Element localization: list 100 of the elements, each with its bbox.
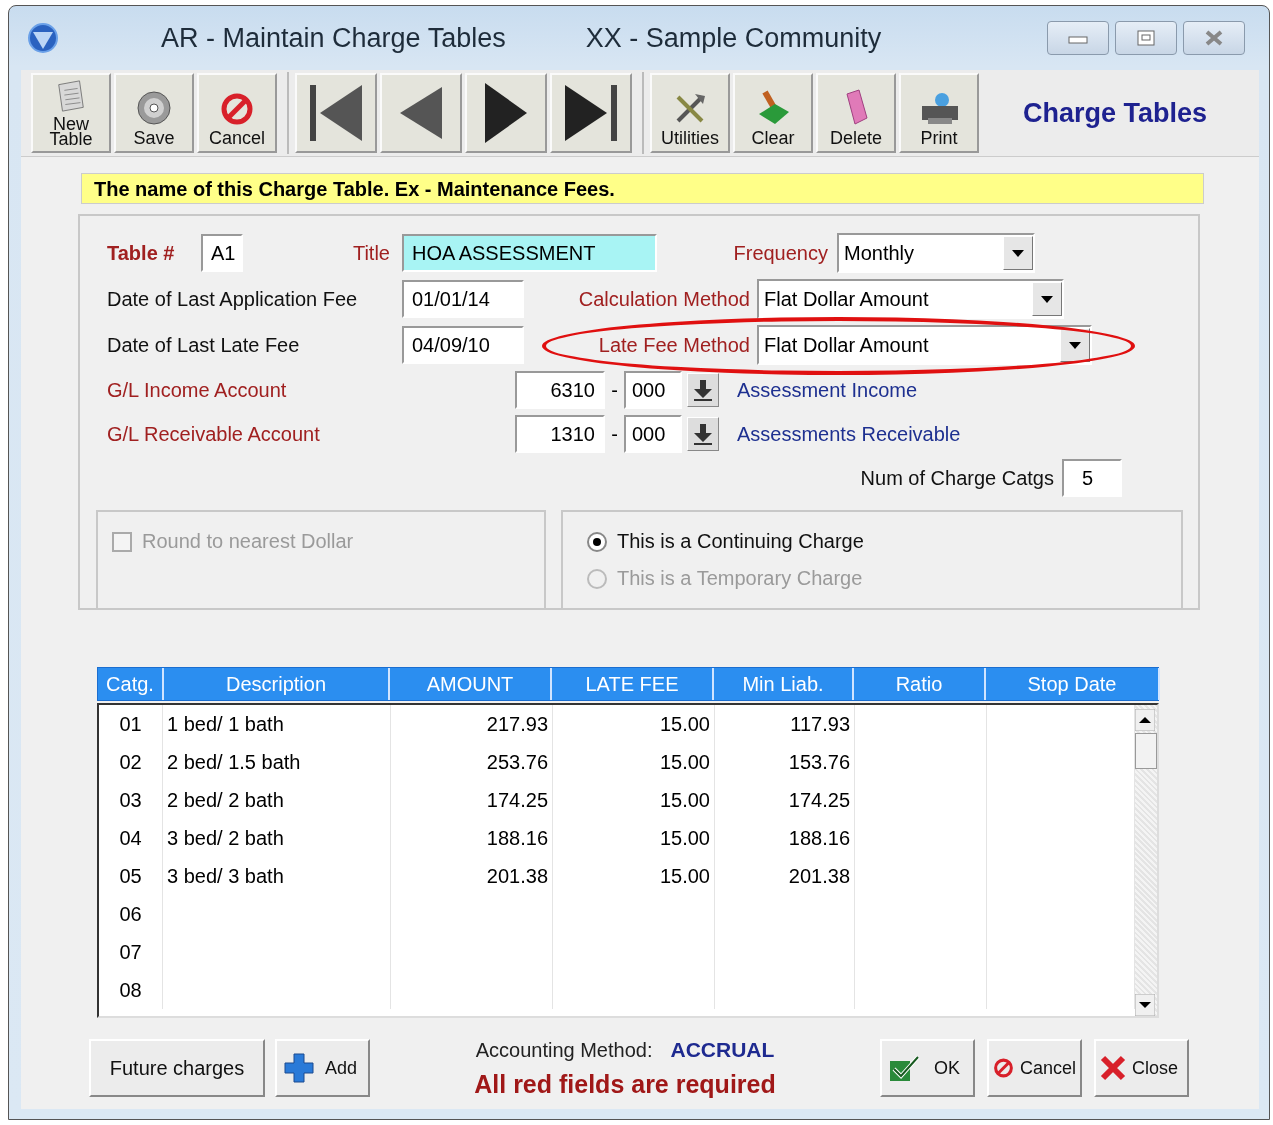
toolbar-button[interactable]: Clear (733, 73, 813, 153)
table-cell: 201.38 (788, 865, 850, 887)
toolbar-button[interactable]: Cancel (197, 73, 277, 153)
field-label: Date of Last Application Fee (107, 287, 359, 311)
down-arrow-icon (693, 423, 713, 445)
down-arrow-icon (693, 379, 713, 401)
table-cell: 05 (119, 865, 142, 887)
close-button[interactable]: Close (1094, 1039, 1189, 1097)
hint-bar: The name of this Charge Table. Ex - Maintenance Fees. (81, 173, 1204, 204)
field-label: Date of Last Late Fee (107, 333, 301, 357)
skip-back-button[interactable] (295, 73, 377, 153)
dropdown-arrow-icon (1041, 295, 1053, 303)
field-label: Num of Charge Catgs (860, 466, 1054, 490)
close-button[interactable] (1183, 21, 1245, 55)
field-label: Title (351, 241, 390, 265)
table-cell: 153.76 (788, 751, 850, 773)
plus-icon (283, 1052, 315, 1084)
table-cell: 15.00 (659, 751, 710, 773)
field-label: Calculation Method (577, 287, 750, 311)
input-field[interactable]: 6310 (515, 371, 605, 409)
table-cell: 3 bed/ 2 bath (167, 827, 284, 849)
table-cell: 1 bed/ 1 bath (167, 713, 284, 735)
x-mark-icon (1100, 1055, 1126, 1081)
table-cell: 201.38 (486, 865, 548, 887)
separator-text: - (610, 378, 619, 402)
skip-forward-button[interactable] (550, 73, 632, 153)
window-title: AR - Maintain Charge Tables (161, 22, 506, 54)
minimize-button[interactable] (1047, 21, 1109, 55)
lookup-button[interactable] (687, 417, 719, 451)
table-cell: 08 (119, 979, 142, 1001)
no-entry-icon (220, 92, 254, 126)
table-cell: 188.16 (788, 827, 850, 849)
input-field[interactable]: 01/01/14 (402, 280, 524, 318)
dropdown[interactable]: Monthly (837, 233, 1035, 273)
table-cell: 06 (119, 903, 142, 925)
ok-button[interactable]: OK (880, 1039, 975, 1097)
table-cell: 174.25 (486, 789, 548, 811)
table-cell: 15.00 (659, 865, 710, 887)
table-cell: 07 (119, 941, 142, 963)
toolbar-button[interactable]: Save (114, 73, 194, 153)
field-label: G/L Income Account (107, 378, 288, 402)
input-field[interactable]: 1310 (515, 415, 605, 453)
future-charges-button[interactable]: Future charges (89, 1039, 265, 1097)
accounting-label: Accounting Method: (475, 1038, 653, 1062)
toolbar-button[interactable]: New Table (31, 73, 111, 153)
forward-arrow-button[interactable] (465, 73, 547, 153)
field-label: G/L Receivable Account (107, 422, 321, 446)
input-field[interactable]: HOA ASSESSMENT (402, 234, 657, 272)
disc-icon (136, 90, 172, 126)
input-field[interactable]: 000 (624, 415, 682, 453)
separator-text: - (610, 422, 619, 446)
input-field[interactable]: 000 (624, 371, 682, 409)
input-field[interactable]: 5 (1062, 459, 1122, 497)
scrollbar[interactable] (1135, 705, 1157, 1016)
app-logo-icon (27, 22, 59, 54)
table-cell: 15.00 (659, 713, 710, 735)
toolbar-button[interactable]: Utilities (650, 73, 730, 153)
back-arrow-button[interactable] (380, 73, 462, 153)
lookup-button[interactable] (687, 373, 719, 407)
table-cell: 03 (119, 789, 142, 811)
cancel-button[interactable]: Cancel (987, 1039, 1082, 1097)
field-label: Frequency (732, 241, 828, 265)
close-icon (1205, 30, 1223, 46)
table-cell: 2 bed/ 2 bath (167, 789, 284, 811)
restore-icon (1137, 30, 1155, 46)
table-cell: 15.00 (659, 827, 710, 849)
accounting-value: ACCRUAL (670, 1037, 775, 1062)
table-cell: 3 bed/ 3 bath (167, 865, 284, 887)
maximize-button[interactable] (1115, 21, 1177, 55)
radio-button[interactable]: This is a Continuing Charge (587, 530, 1157, 553)
field-label: Table # (107, 241, 176, 265)
account-name: Assessments Receivable (737, 422, 961, 446)
table-cell: 01 (119, 713, 142, 735)
scroll-thumb[interactable] (1135, 733, 1157, 769)
toolbar-button[interactable]: Print (899, 73, 979, 153)
account-name: Assessment Income (737, 378, 918, 402)
table-cell: 217.93 (486, 713, 548, 735)
table-cell: 188.16 (486, 827, 548, 849)
add-button[interactable]: Add (275, 1039, 370, 1097)
required-note: All red fields are required (474, 1069, 776, 1099)
table-cell: 253.76 (486, 751, 548, 773)
dropdown[interactable]: Flat Dollar Amount (757, 325, 1092, 365)
table-cell: 117.93 (790, 713, 850, 735)
table-cell: 04 (119, 827, 142, 849)
input-field[interactable]: A1 (201, 234, 243, 272)
field-label: Late Fee Method (597, 333, 750, 357)
minimize-icon (1068, 36, 1088, 44)
input-field[interactable]: 04/09/10 (402, 326, 524, 364)
table-cell: 02 (119, 751, 142, 773)
table-cell: 174.25 (788, 789, 850, 811)
toolbar-button[interactable]: Delete (816, 73, 896, 153)
no-entry-icon (993, 1056, 1014, 1080)
table-cell: 15.00 (659, 789, 710, 811)
module-title: Charge Tables (1023, 97, 1208, 129)
table-cell: 2 bed/ 1.5 bath (167, 751, 301, 773)
dropdown[interactable]: Flat Dollar Amount (757, 279, 1064, 319)
checkmark-icon (888, 1053, 920, 1083)
window-subtitle: XX - Sample Community (585, 22, 882, 54)
dropdown-arrow-icon (1069, 341, 1081, 349)
dropdown-arrow-icon (1012, 249, 1024, 257)
